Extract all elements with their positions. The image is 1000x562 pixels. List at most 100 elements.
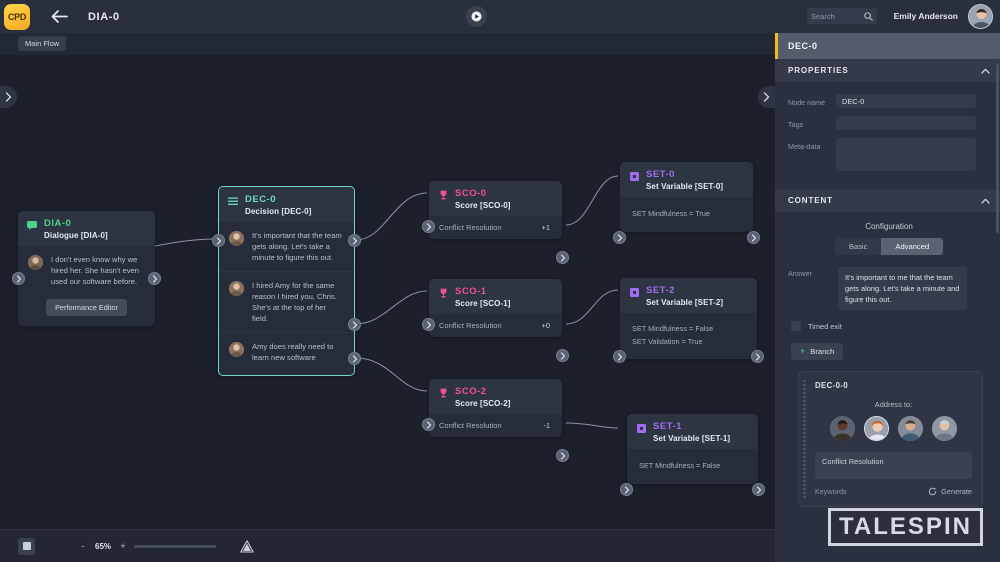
node-input-port[interactable] <box>212 234 225 247</box>
score-row: Conflict Resolution +1 <box>429 216 562 239</box>
flow-tab-main[interactable]: Main Flow <box>18 36 67 51</box>
node-id: SCO-2 <box>455 386 487 397</box>
field-label: Node name <box>788 98 826 107</box>
search-icon <box>864 11 873 21</box>
decision-option[interactable]: It's important that the team gets along.… <box>219 222 354 271</box>
assignment-row: SET Mindfulness = False <box>639 461 721 470</box>
node-input-port[interactable] <box>620 483 633 496</box>
panel-scrollbar[interactable] <box>996 63 999 233</box>
node-input-port[interactable] <box>12 272 25 285</box>
speaker-avatar <box>229 231 244 246</box>
node-output-port[interactable] <box>556 349 569 362</box>
answer-input[interactable]: It's important to me that the team gets … <box>838 267 967 310</box>
chevron-up-icon[interactable] <box>981 198 990 204</box>
fit-to-screen-icon[interactable] <box>18 537 35 555</box>
node-dec-0[interactable]: DEC-0 Decision [DEC-0] It's important th… <box>212 186 361 376</box>
chevron-up-icon[interactable] <box>981 68 990 74</box>
assignment-row: SET Mindfulness = True <box>632 209 710 218</box>
flow-tab-bar: Main Flow <box>0 33 775 55</box>
keywords-footer: Keywords Generate <box>815 487 972 496</box>
node-sco-0[interactable]: SCO-0 Score [SCO-0] Conflict Resolution … <box>422 181 569 264</box>
node-body: It's important that the team gets along.… <box>219 222 354 375</box>
score-value: -1 <box>543 421 550 430</box>
avatar-1[interactable] <box>830 416 855 441</box>
app-logo[interactable]: CPD <box>4 3 30 30</box>
generate-label: Generate <box>941 487 972 496</box>
decision-option-text: It's important that the team gets along.… <box>252 231 342 262</box>
node-set-2[interactable]: SET-2 Set Variable [SET-2] SET Mindfulne… <box>613 278 764 363</box>
content-section-header[interactable]: CONTENT <box>775 189 1000 212</box>
play-button[interactable] <box>466 6 487 27</box>
avatar-2[interactable] <box>864 416 889 441</box>
meta-data-textarea[interactable] <box>836 138 976 171</box>
decision-option[interactable]: Amy does really need to learn new softwa… <box>219 333 354 375</box>
search-input-wrapper[interactable] <box>807 8 877 24</box>
node-set-1[interactable]: SET-1 Set Variable [SET-1] SET Mindfulne… <box>620 414 765 496</box>
branch-card: DEC-0-0 Address to: Conflict Resolution … <box>798 371 983 507</box>
node-body: I don't even know why we hired her. She … <box>18 246 155 316</box>
tab-basic[interactable]: Basic <box>834 238 882 255</box>
node-input-port[interactable] <box>613 350 626 363</box>
node-input-port[interactable] <box>422 220 435 233</box>
node-output-port[interactable] <box>148 272 161 285</box>
node-header: SET-1 Set Variable [SET-1] <box>627 414 758 449</box>
search-input[interactable] <box>811 11 863 21</box>
zoom-in-button[interactable]: + <box>118 541 128 551</box>
canvas-collapse-right[interactable] <box>758 86 775 108</box>
tags-input[interactable] <box>836 116 976 130</box>
warning-icon[interactable] <box>239 539 254 554</box>
node-sco-2[interactable]: SCO-2 Score [SCO-2] Conflict Resolution … <box>422 379 569 462</box>
node-set-0[interactable]: SET-0 Set Variable [SET-0] SET Mindfulne… <box>613 162 760 244</box>
branch-id: DEC-0-0 <box>815 381 849 390</box>
node-sco-1[interactable]: SCO-1 Score [SCO-1] Conflict Resolution … <box>422 279 569 362</box>
generate-button[interactable]: Generate <box>928 487 972 496</box>
node-name-input[interactable] <box>836 94 976 108</box>
trophy-icon <box>438 288 448 298</box>
panel-title: DEC-0 <box>788 41 818 51</box>
node-header: DEC-0 Decision [DEC-0] <box>219 187 354 222</box>
field-node-name: Node name <box>788 94 990 108</box>
set-variable-icon <box>629 287 639 297</box>
zoom-slider[interactable] <box>134 544 217 548</box>
decision-option[interactable]: I hired Amy for the same reason I hired … <box>219 272 354 332</box>
zoom-level: 65% <box>95 541 112 551</box>
canvas-bottom-toolbar: - 65% + <box>0 529 775 562</box>
drag-handle[interactable] <box>803 380 806 498</box>
back-arrow-icon[interactable] <box>48 6 70 28</box>
timed-exit-row[interactable]: Timed exit <box>791 321 990 331</box>
node-output-port[interactable] <box>556 449 569 462</box>
score-value: +1 <box>541 223 550 232</box>
properties-section-header[interactable]: PROPERTIES <box>775 59 1000 82</box>
node-input-port[interactable] <box>613 231 626 244</box>
node-input-port[interactable] <box>422 318 435 331</box>
avatar-4[interactable] <box>932 416 957 441</box>
node-output-port-3[interactable] <box>348 352 361 365</box>
talespin-watermark: TALESPIN <box>828 508 983 546</box>
node-output-port[interactable] <box>751 350 764 363</box>
flow-canvas[interactable]: DIA-0 Dialogue [DIA-0] I don't even know… <box>0 33 775 529</box>
tab-advanced[interactable]: Advanced <box>881 238 944 255</box>
node-output-port-2[interactable] <box>348 318 361 331</box>
performance-editor-button[interactable]: Performance Editor <box>46 299 127 316</box>
avatar-3[interactable] <box>898 416 923 441</box>
node-id: SET-2 <box>646 285 675 296</box>
node-output-port[interactable] <box>747 231 760 244</box>
keyword-input[interactable]: Conflict Resolution <box>815 452 972 479</box>
node-output-port-1[interactable] <box>348 234 361 247</box>
trophy-icon <box>438 190 448 200</box>
node-output-port[interactable] <box>752 483 765 496</box>
node-dia-0[interactable]: DIA-0 Dialogue [DIA-0] I don't even know… <box>12 211 161 326</box>
zoom-out-button[interactable]: - <box>78 541 88 551</box>
avatar[interactable] <box>968 4 993 29</box>
answer-field: Answer It's important to me that the tea… <box>788 267 990 310</box>
node-header: SCO-0 Score [SCO-0] <box>429 181 562 216</box>
add-branch-button[interactable]: + Branch <box>791 343 844 360</box>
node-subtitle: Score [SCO-2] <box>455 399 511 408</box>
trophy-icon <box>438 388 448 398</box>
node-body: SET Mindfulness = False <box>627 449 758 484</box>
node-output-port[interactable] <box>556 251 569 264</box>
node-input-port[interactable] <box>422 418 435 431</box>
dialogue-icon <box>27 220 37 230</box>
timed-exit-checkbox[interactable] <box>791 321 801 331</box>
decision-icon <box>228 196 238 206</box>
